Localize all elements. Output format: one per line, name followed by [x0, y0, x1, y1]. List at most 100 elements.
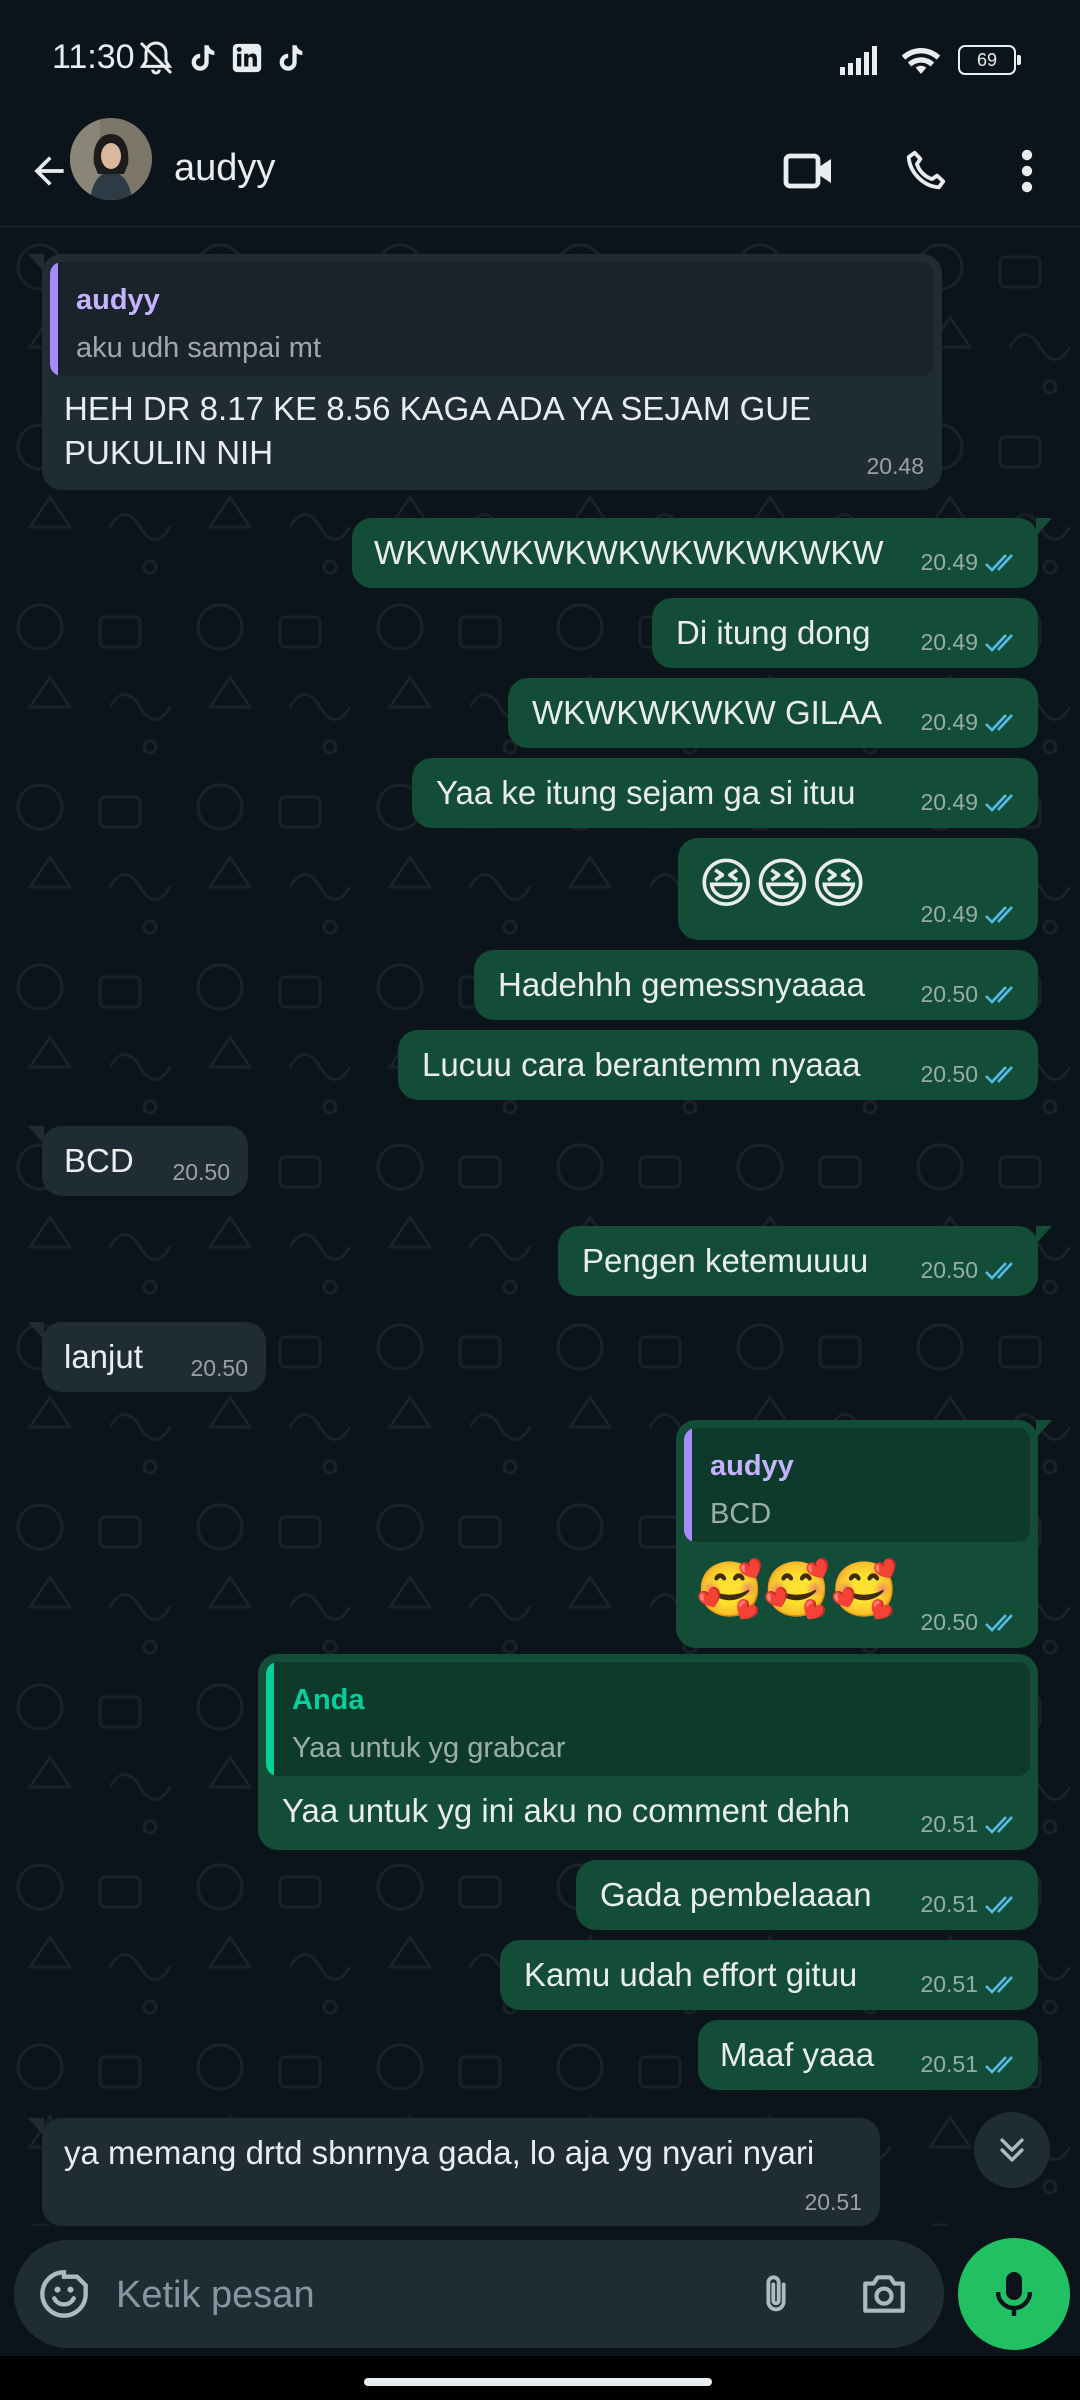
- message-meta: 20.51: [804, 2189, 862, 2216]
- scroll-down-icon: [1000, 2138, 1024, 2162]
- message-incoming[interactable]: lanjut 20.50: [28, 1322, 266, 1392]
- more-options-button[interactable]: [992, 138, 1062, 204]
- message-meta: 20.49: [920, 901, 1020, 928]
- time-label: 20.50: [190, 1355, 248, 1381]
- message-text: Gada pembelaaan: [600, 1876, 872, 1913]
- quote-author: audyy: [76, 284, 160, 316]
- message-meta: 20.49: [920, 549, 1020, 576]
- attach-button[interactable]: [746, 2264, 806, 2324]
- wifi-icon: [901, 47, 941, 74]
- quoted-message[interactable]: Anda Yaa untuk yg grabcar: [266, 1662, 1030, 1776]
- message-outgoing[interactable]: Lucuu cara berantemm nyaaa 20.50: [398, 1030, 1038, 1100]
- signal-icon: [840, 46, 877, 75]
- time-label: 20.51: [804, 2189, 862, 2215]
- message-meta: 20.50: [920, 1061, 1020, 1088]
- message-text: Yaa ke itung sejam ga si ituu: [436, 774, 856, 811]
- message-outgoing[interactable]: Maaf yaaa 20.51: [698, 2020, 1038, 2090]
- status-time: 11:30: [52, 38, 135, 76]
- message-incoming[interactable]: audyy aku udh sampai mt HEH DR 8.17 KE 8…: [28, 254, 942, 490]
- message-input[interactable]: [114, 2262, 718, 2328]
- quote-accent: [684, 1428, 692, 1542]
- quote-accent: [266, 1662, 274, 1776]
- read-ticks-icon: [985, 1975, 1013, 1994]
- message-meta: 20.50: [920, 981, 1020, 1008]
- scroll-to-bottom-button[interactable]: [974, 2112, 1050, 2188]
- message-text: BCD: [64, 1142, 134, 1179]
- time-label: 20.49: [920, 901, 978, 927]
- message-text: lanjut: [64, 1338, 143, 1375]
- message-text: WKWKWKWKW GILAA: [532, 694, 883, 731]
- system-icons: 69: [840, 40, 1021, 80]
- read-ticks-icon: [985, 985, 1013, 1004]
- read-ticks-icon: [985, 713, 1013, 732]
- mute-icon: [139, 41, 173, 75]
- emoji-button[interactable]: [36, 2266, 92, 2322]
- tiktok-icon: [191, 45, 215, 71]
- message-text: WKWKWKWKWKWKWKWKWKW: [374, 534, 884, 571]
- message-outgoing[interactable]: Gada pembelaaan 20.51: [576, 1860, 1038, 1930]
- message-text: Yaa untuk yg ini aku no comment dehh: [282, 1792, 851, 1829]
- quote-text: aku udh sampai mt: [76, 332, 322, 364]
- camera-button[interactable]: [852, 2264, 916, 2324]
- time-label: 20.50: [172, 1159, 230, 1185]
- emoji-message: 😆😆😆: [698, 852, 867, 915]
- message-composer: [14, 2240, 944, 2348]
- status-bar: 11:30 69: [0, 0, 1080, 118]
- message-meta: 20.50: [920, 1257, 1020, 1284]
- message-outgoing[interactable]: Yaa ke itung sejam ga si ituu 20.49: [412, 758, 1038, 828]
- quote-author: audyy: [710, 1450, 794, 1482]
- time-label: 20.48: [866, 453, 924, 479]
- message-outgoing[interactable]: WKWKWKWKWKWKWKWKWKW 20.49: [352, 518, 1052, 588]
- quote-text: BCD: [710, 1498, 772, 1530]
- time-label: 20.51: [920, 1891, 978, 1917]
- message-text: HEH DR 8.17 KE 8.56 KAGA ADA YA SEJAM GU…: [64, 390, 812, 427]
- time-label: 20.51: [920, 1971, 978, 1997]
- read-ticks-icon: [985, 1261, 1013, 1280]
- time-label: 20.50: [920, 1061, 978, 1087]
- message-text: PUKULIN NIH: [64, 434, 274, 471]
- avatar[interactable]: [70, 118, 152, 200]
- video-call-button[interactable]: [774, 138, 844, 204]
- message-meta: 20.49: [920, 629, 1020, 656]
- message-meta: 20.51: [920, 1891, 1020, 1918]
- time-label: 20.49: [920, 709, 978, 735]
- read-ticks-icon: [985, 1815, 1013, 1834]
- notification-icons: [136, 38, 308, 78]
- message-incoming[interactable]: ya memang drtd sbnrnya gada, lo aja yg n…: [28, 2118, 880, 2226]
- message-outgoing[interactable]: Pengen ketemuuuu 20.50: [558, 1226, 1052, 1296]
- message-time: 20.48: [866, 453, 924, 480]
- voice-message-button[interactable]: [958, 2238, 1070, 2350]
- message-text: Di itung dong: [676, 614, 871, 651]
- contact-name[interactable]: audyy: [174, 138, 275, 198]
- message-meta: 20.49: [920, 789, 1020, 816]
- read-ticks-icon: [985, 1613, 1013, 1632]
- message-meta: 20.49: [920, 709, 1020, 736]
- message-text: Pengen ketemuuuu: [582, 1242, 869, 1279]
- message-outgoing[interactable]: Kamu udah effort gituu 20.51: [500, 1940, 1038, 2010]
- message-text: Maaf yaaa: [720, 2036, 875, 2073]
- message-outgoing[interactable]: audyy BCD 🥰🥰🥰 20.50: [676, 1420, 1052, 1648]
- time-label: 20.49: [920, 629, 978, 655]
- message-text: Lucuu cara berantemm nyaaa: [422, 1046, 861, 1083]
- message-outgoing[interactable]: Anda Yaa untuk yg grabcar Yaa untuk yg i…: [258, 1654, 1038, 1850]
- voice-call-button[interactable]: [890, 138, 960, 204]
- tiktok-icon: [279, 45, 303, 71]
- message-outgoing[interactable]: WKWKWKWKW GILAA 20.49: [508, 678, 1038, 748]
- message-text: Kamu udah effort gituu: [524, 1956, 858, 1993]
- attach-icon: [766, 2275, 786, 2312]
- message-outgoing[interactable]: Hadehhh gemessnyaaaa 20.50: [474, 950, 1038, 1020]
- message-text: Hadehhh gemessnyaaaa: [498, 966, 865, 1003]
- battery-level: 69: [976, 49, 998, 70]
- time-label: 20.50: [920, 1257, 978, 1283]
- time-label: 20.50: [920, 1609, 978, 1635]
- message-outgoing[interactable]: Di itung dong 20.49: [652, 598, 1038, 668]
- quoted-message[interactable]: audyy BCD: [684, 1428, 1030, 1542]
- read-ticks-icon: [985, 2055, 1013, 2074]
- video-call-icon: [783, 153, 831, 189]
- message-meta: 20.51: [920, 2051, 1020, 2078]
- quoted-message[interactable]: audyy aku udh sampai mt: [50, 262, 934, 376]
- home-indicator[interactable]: [364, 2378, 712, 2386]
- message-outgoing[interactable]: 😆😆😆 20.49: [678, 838, 1038, 940]
- quote-text: Yaa untuk yg grabcar: [292, 1732, 566, 1764]
- message-incoming[interactable]: BCD 20.50: [28, 1126, 248, 1196]
